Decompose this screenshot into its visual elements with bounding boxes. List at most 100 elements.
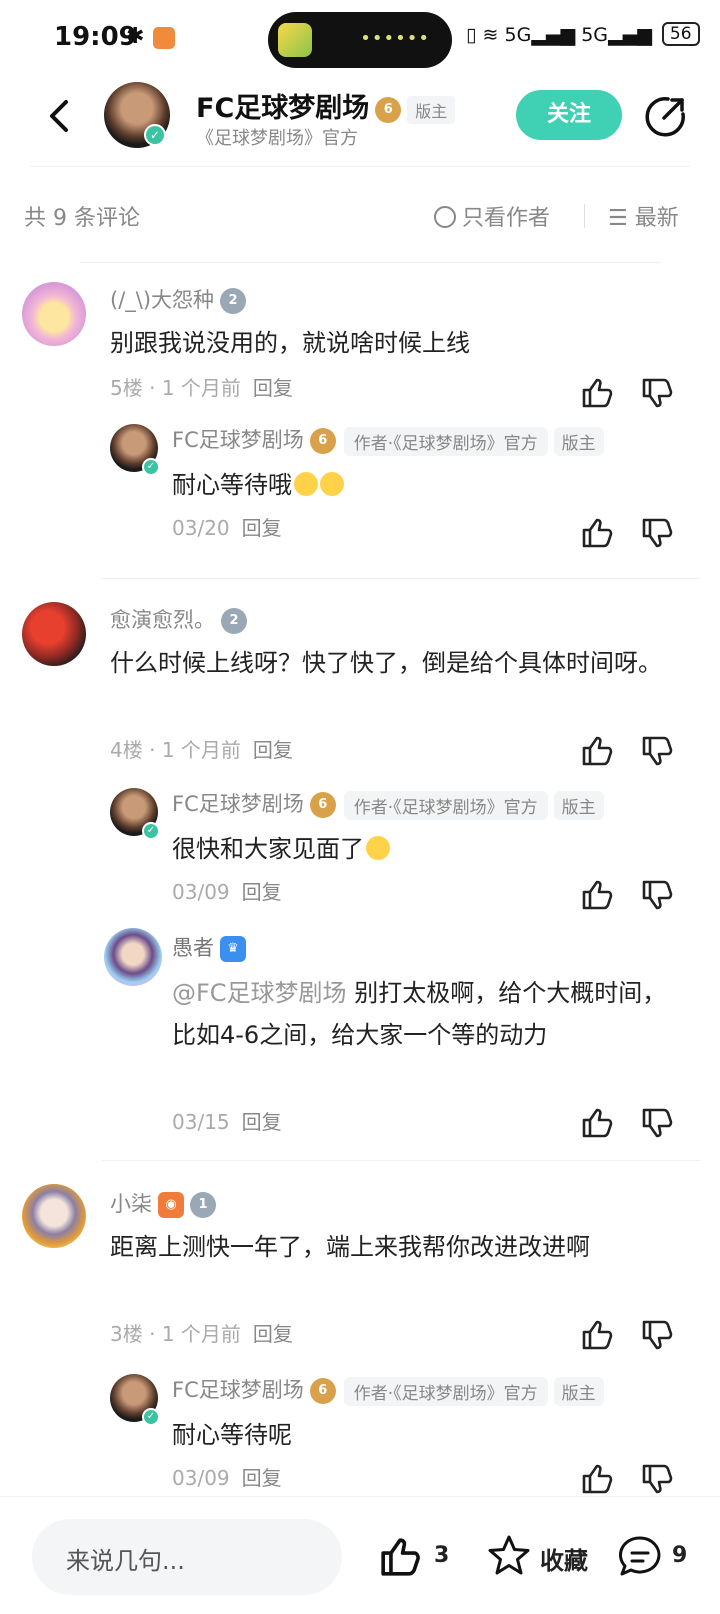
- thumbs-up-icon[interactable]: [580, 878, 614, 912]
- audio-wave-icon: ••••••: [360, 28, 430, 49]
- reply-button[interactable]: 回复: [253, 738, 293, 762]
- reply-meta: 03/09 回复: [172, 876, 282, 905]
- reply-actions: [580, 878, 690, 914]
- author-only-toggle[interactable]: 只看作者: [434, 200, 550, 232]
- thumbs-up-icon[interactable]: [580, 376, 614, 410]
- commenter-name[interactable]: (/_\)大怨种 2: [110, 284, 247, 314]
- verified-icon: ✓: [142, 1408, 160, 1426]
- back-arrow-icon[interactable]: [40, 96, 80, 136]
- comment-time: 1 个月前: [161, 1322, 241, 1346]
- trophy-badge-icon: ♛: [220, 936, 246, 962]
- thumbs-up-icon[interactable]: [580, 734, 614, 768]
- thumbs-down-icon[interactable]: [640, 1318, 674, 1352]
- moderator-tag: 版主: [407, 95, 456, 124]
- reply-meta: 03/15 回复: [172, 1106, 282, 1135]
- app-notification-icon: [153, 27, 175, 49]
- level-badge-icon: 6: [375, 96, 402, 123]
- network-label-1: 5G: [504, 24, 532, 46]
- signal-icon-2: ▂▄▆: [608, 24, 652, 46]
- thumbs-down-icon[interactable]: [640, 376, 674, 410]
- reply-text: 很快和大家见面了: [172, 828, 672, 870]
- author-only-label: 只看作者: [462, 206, 551, 231]
- reply-author-text: FC足球梦剧场: [172, 792, 304, 816]
- game-badge-icon: ◉: [158, 1192, 184, 1218]
- reply-author-text: 愚者: [172, 936, 214, 960]
- author-subtitle: 《足球梦剧场》官方: [196, 128, 358, 149]
- reply-author-name[interactable]: FC足球梦剧场 6 作者·《足球梦剧场》官方 版主: [172, 1374, 604, 1406]
- reply-button[interactable]: 回复: [253, 376, 293, 400]
- reply-button[interactable]: 回复: [242, 1110, 282, 1134]
- commenter-name[interactable]: 小柒 ◉ 1: [110, 1188, 216, 1218]
- star-icon[interactable]: [486, 1533, 532, 1579]
- reply-author-name[interactable]: FC足球梦剧场 6 作者·《足球梦剧场》官方 版主: [172, 424, 604, 456]
- reply-author-name[interactable]: FC足球梦剧场 6 作者·《足球梦剧场》官方 版主: [172, 788, 604, 820]
- smile-emoji-icon: [366, 836, 390, 860]
- comment-bubble-icon[interactable]: [616, 1533, 664, 1581]
- comment-time: 1 个月前: [161, 738, 241, 762]
- level-badge-icon: 6: [309, 1378, 336, 1404]
- wifi-icon: ≋: [482, 24, 499, 46]
- commenter-name[interactable]: 愈演愈烈。 2: [110, 604, 247, 634]
- commenter-avatar[interactable]: [22, 602, 86, 666]
- comment-time: 1 个月前: [161, 376, 241, 400]
- mention-link[interactable]: @FC足球梦剧场: [172, 979, 347, 1007]
- reply-author-name[interactable]: 愚者 ♛: [172, 932, 246, 962]
- commenter-avatar[interactable]: [22, 1184, 86, 1248]
- thumbs-down-icon[interactable]: [640, 1462, 674, 1496]
- author-name[interactable]: FC足球梦剧场 6 版主: [196, 86, 456, 125]
- commenter-name-text: (/_\)大怨种: [110, 288, 215, 312]
- sort-icon: ☰: [608, 206, 635, 231]
- reply-button[interactable]: 回复: [253, 1322, 293, 1346]
- author-name-text: FC足球梦剧场: [196, 93, 370, 124]
- dynamic-island[interactable]: ••••••: [268, 12, 452, 68]
- reply-text-content: 很快和大家见面了: [172, 835, 364, 863]
- smile-emoji-icon: [294, 472, 318, 496]
- reply-text: 耐心等待哦: [172, 464, 672, 506]
- smile-emoji-icon: [320, 472, 344, 496]
- comment-meta: 4楼 · 1 个月前 回复: [110, 738, 293, 762]
- thumbs-up-icon[interactable]: [580, 516, 614, 550]
- comment-actions: [580, 376, 690, 412]
- author-tag: 作者·《足球梦剧场》官方: [343, 790, 548, 820]
- signal-icon: ▂▄▆: [531, 24, 576, 46]
- floor-number: 5楼: [110, 376, 143, 400]
- comment-actions: [580, 1318, 690, 1354]
- reply-text: 耐心等待呢: [172, 1421, 292, 1449]
- comment-filter-bar: 共 9 条评论 只看作者 ☰ 最新: [0, 196, 720, 236]
- status-indicators: ▯ ≋ 5G▂▄▆ 5G▂▄▆ 56: [466, 22, 700, 46]
- reply-date: 03/09: [172, 1466, 230, 1490]
- comment-count: 共 9 条评论: [24, 206, 140, 231]
- verified-icon: ✓: [144, 124, 166, 146]
- level-badge-icon: 2: [221, 608, 247, 634]
- like-icon[interactable]: [378, 1535, 422, 1579]
- thumbs-down-icon[interactable]: [640, 878, 674, 912]
- thumbs-down-icon[interactable]: [640, 516, 674, 550]
- thumbs-down-icon[interactable]: [640, 1106, 674, 1140]
- level-badge-icon: 6: [309, 428, 336, 454]
- sort-button[interactable]: ☰ 最新: [608, 200, 679, 232]
- thumbs-down-icon[interactable]: [640, 734, 674, 768]
- reply-button[interactable]: 回复: [242, 880, 282, 904]
- thumbs-up-icon[interactable]: [580, 1462, 614, 1496]
- reply-button[interactable]: 回复: [242, 516, 282, 540]
- comment-input[interactable]: 来说几句...: [32, 1519, 342, 1595]
- reply-button[interactable]: 回复: [242, 1466, 282, 1490]
- favorite-label[interactable]: 收藏: [540, 1541, 588, 1576]
- floor-number: 4楼: [110, 738, 143, 762]
- comment-input-placeholder: 来说几句...: [66, 1547, 185, 1575]
- reply-avatar[interactable]: [104, 928, 162, 986]
- network-label-2: 5G: [581, 24, 608, 46]
- moderator-tag: 版主: [553, 426, 604, 456]
- reply-date: 03/20: [172, 516, 230, 540]
- reply-text-content: 耐心等待哦: [172, 471, 292, 499]
- commenter-name-text: 愈演愈烈。: [110, 608, 215, 632]
- thumbs-up-icon[interactable]: [580, 1106, 614, 1140]
- author-tag: 作者·《足球梦剧场》官方: [343, 1376, 548, 1406]
- thumbs-up-icon[interactable]: [580, 1318, 614, 1352]
- share-icon[interactable]: [644, 94, 688, 138]
- reply-actions: [580, 516, 690, 552]
- vibrate-icon: ▯: [466, 24, 477, 46]
- reply-date: 03/15: [172, 1110, 230, 1134]
- commenter-avatar[interactable]: [22, 282, 86, 346]
- follow-button[interactable]: 关注: [516, 90, 622, 140]
